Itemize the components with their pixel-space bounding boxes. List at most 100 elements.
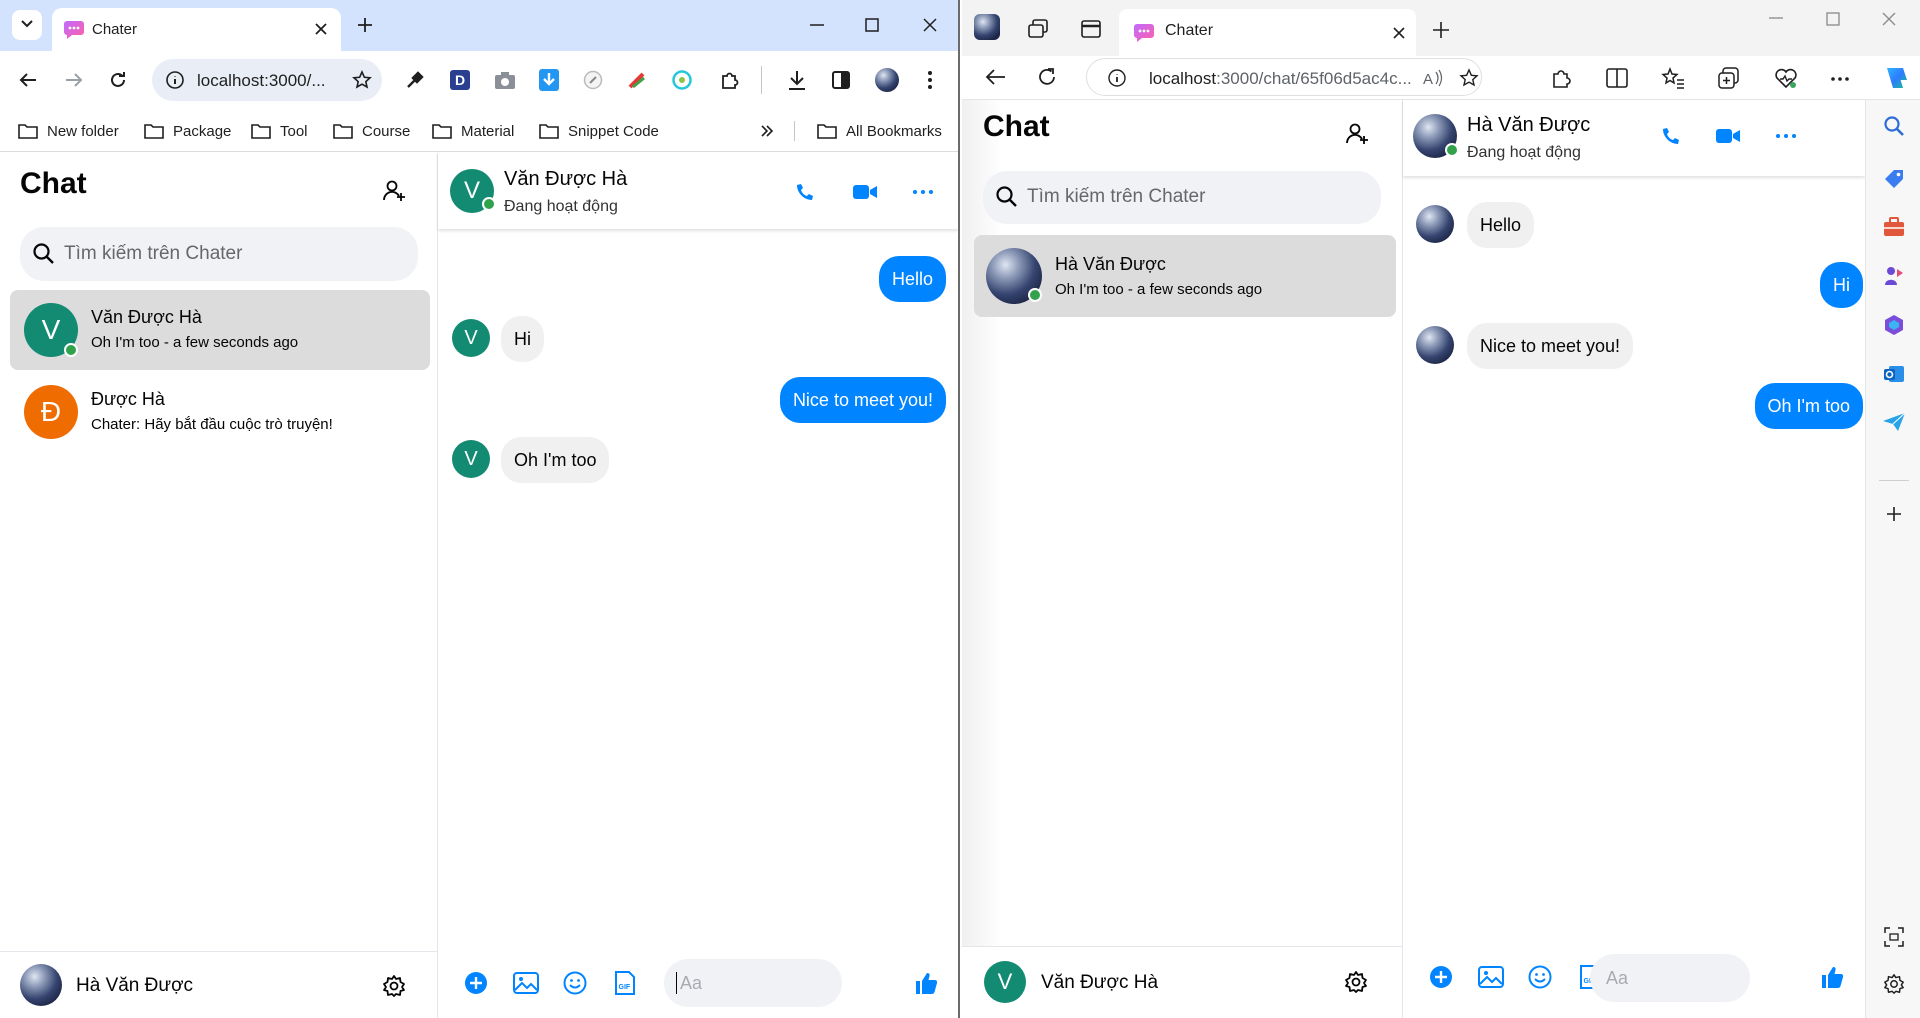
copilot-icon[interactable] (1881, 64, 1909, 92)
phone-icon[interactable] (793, 180, 817, 204)
settings-icon[interactable] (1883, 973, 1905, 995)
timer-ext-icon[interactable] (672, 70, 692, 90)
online-indicator (64, 343, 78, 357)
workspaces-icon[interactable] (1027, 19, 1049, 39)
emoji-icon[interactable] (1528, 965, 1552, 989)
chevron-double-right-icon[interactable] (760, 124, 774, 138)
reload-icon[interactable] (108, 70, 128, 90)
download-ext-icon[interactable] (539, 69, 559, 91)
conversation-item[interactable]: Hà Văn Được Oh I'm too - a few seconds a… (974, 235, 1396, 317)
message-bubble: Oh I'm too (501, 437, 610, 483)
read-aloud-icon[interactable]: A (1423, 68, 1445, 88)
minimize-icon[interactable] (808, 18, 826, 32)
bookmark-snippet-code[interactable]: Snippet Code (539, 110, 659, 152)
maximize-icon[interactable] (1826, 12, 1840, 26)
add-user-icon[interactable] (1345, 122, 1369, 146)
plus-circle-icon[interactable] (464, 971, 488, 995)
settings-icon[interactable] (1344, 970, 1368, 994)
profile-avatar[interactable] (974, 14, 1000, 40)
puzzle-icon[interactable] (720, 70, 740, 90)
compass-icon[interactable] (583, 70, 603, 90)
video-icon[interactable] (852, 181, 878, 203)
camera-icon[interactable] (494, 70, 516, 90)
plus-icon[interactable] (355, 15, 375, 35)
add-user-icon[interactable] (382, 179, 406, 203)
settings-icon[interactable] (382, 974, 406, 998)
message-bubble: Hi (501, 316, 544, 362)
bookmark-material[interactable]: Material (432, 110, 514, 152)
sidebar-title: Chat (983, 110, 1050, 143)
address-bar[interactable]: localhost:3000/chat/65f06d5ac4c... A (1086, 58, 1482, 96)
close-window-icon[interactable] (921, 16, 939, 34)
bookmark-new-folder[interactable]: New folder (18, 110, 119, 152)
all-bookmarks[interactable]: All Bookmarks (817, 110, 942, 152)
close-window-icon[interactable] (1882, 12, 1896, 26)
menu-icon[interactable] (1830, 76, 1850, 82)
bookmark-tool[interactable]: Tool (251, 110, 308, 152)
tab-chater[interactable]: Chater (52, 8, 341, 51)
bookmark-package[interactable]: Package (144, 110, 231, 152)
games-icon[interactable] (1883, 265, 1905, 287)
back-icon[interactable] (18, 71, 38, 89)
download-icon[interactable] (787, 69, 807, 91)
back-icon[interactable] (984, 67, 1006, 87)
conversation-item[interactable]: V Văn Được Hà Oh I'm too - a few seconds… (10, 290, 430, 370)
gif-icon[interactable]: GIF (614, 971, 636, 995)
tab-actions-icon[interactable] (1081, 20, 1101, 38)
favorites-icon[interactable] (1661, 67, 1685, 89)
plus-circle-icon[interactable] (1429, 965, 1453, 989)
like-icon[interactable] (913, 970, 939, 996)
collections-icon[interactable] (1718, 67, 1740, 89)
outlook-icon[interactable] (1883, 363, 1905, 385)
bookmark-course[interactable]: Course (333, 110, 410, 152)
sidebar-footer: V Văn Được Hà (962, 946, 1402, 1018)
close-icon[interactable] (311, 19, 331, 39)
maximize-icon[interactable] (864, 17, 880, 33)
profile-avatar[interactable] (875, 68, 899, 92)
star-icon[interactable] (1459, 68, 1479, 88)
tools-icon[interactable] (1883, 217, 1905, 237)
minimize-icon[interactable] (1768, 13, 1784, 23)
search-input[interactable]: Tìm kiếm trên Chater (983, 171, 1381, 224)
info-icon[interactable] (1107, 68, 1127, 88)
search-icon[interactable] (1883, 115, 1905, 137)
more-icon[interactable] (912, 189, 934, 195)
plus-icon[interactable] (1431, 20, 1451, 40)
health-icon[interactable] (1774, 67, 1798, 89)
more-icon[interactable] (1775, 133, 1797, 139)
menu-icon[interactable] (926, 70, 934, 90)
video-icon[interactable] (1715, 125, 1741, 147)
bookmark-label: Package (173, 122, 232, 140)
tab-chater[interactable]: Chater (1119, 9, 1416, 56)
like-icon[interactable] (1819, 964, 1845, 990)
conversation-item[interactable]: Đ Được Hà Chater: Hãy bắt đầu cuộc trò t… (10, 372, 430, 452)
tag-icon[interactable] (1883, 168, 1905, 190)
sidebar-icon[interactable] (831, 70, 851, 90)
add-icon[interactable] (1885, 505, 1903, 523)
forward-icon[interactable] (64, 71, 84, 89)
search-input[interactable]: Tìm kiếm trên Chater (20, 227, 418, 281)
edge-window: Chater localhost:3000/chat/65f06d5ac4c..… (962, 0, 1920, 1018)
eyedropper-icon[interactable] (405, 70, 425, 90)
phone-icon[interactable] (1659, 124, 1683, 148)
message-input[interactable]: Aa (664, 959, 842, 1007)
chat-header: Hà Văn Được Đang hoạt động (1403, 100, 1865, 176)
info-icon[interactable] (165, 70, 185, 90)
extension-d-icon[interactable]: D (450, 70, 470, 90)
extensions-icon[interactable] (1550, 67, 1572, 89)
address-bar[interactable]: localhost:3000/... (152, 59, 382, 101)
close-icon[interactable] (1391, 25, 1407, 41)
split-screen-icon[interactable] (1606, 68, 1628, 88)
screenshot-icon[interactable] (1884, 927, 1904, 947)
color-ext-icon[interactable] (627, 70, 647, 90)
message-input[interactable]: Aa (1590, 954, 1750, 1002)
tab-strip: Chater (962, 0, 1920, 56)
tab-search-button[interactable] (12, 10, 42, 40)
office-icon[interactable] (1883, 314, 1905, 336)
image-icon[interactable] (513, 972, 539, 994)
emoji-icon[interactable] (563, 971, 587, 995)
image-icon[interactable] (1478, 966, 1504, 988)
star-icon[interactable] (352, 70, 372, 90)
reload-icon[interactable] (1036, 66, 1058, 88)
send-icon[interactable] (1882, 412, 1906, 432)
